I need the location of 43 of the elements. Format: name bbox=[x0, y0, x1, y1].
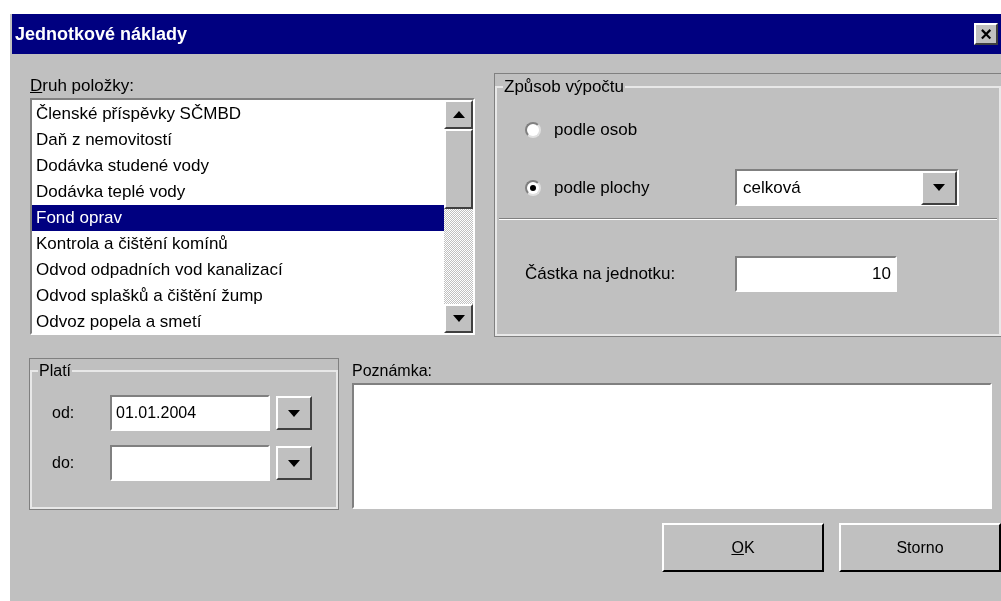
list-item[interactable]: Odvod splašků a čištění žump bbox=[32, 283, 444, 309]
group-title: Platí bbox=[38, 361, 72, 381]
date-label: do: bbox=[52, 453, 76, 473]
dropdown-button[interactable] bbox=[921, 170, 957, 205]
radio-button[interactable] bbox=[525, 179, 541, 196]
caret-icon bbox=[288, 409, 300, 417]
list-item[interactable]: Dodávka studené vody bbox=[32, 153, 444, 179]
list-item[interactable]: Odvoz popela a smetí bbox=[32, 309, 444, 335]
list-label: Druh položky: bbox=[30, 76, 134, 97]
up-arrow-icon bbox=[452, 111, 465, 118]
caret-icon bbox=[288, 459, 300, 467]
dialog-button[interactable]: Storno bbox=[839, 523, 1001, 572]
item-list[interactable]: Členské příspěvky SČMBD Daň z nemovitostí Dodávka studené vody Dodávka teplé vody Fond oprav Kontrola a čištění komínů Odvod odpadních vod kanalizací Odvod splašků a čištění žump Odvoz popela a smetí bbox=[30, 98, 475, 335]
date-field[interactable] bbox=[110, 445, 270, 481]
window-title: Jednotkové náklady bbox=[15, 22, 188, 46]
scroll-thumb[interactable] bbox=[444, 129, 473, 209]
radio-option[interactable]: podle osob bbox=[525, 116, 735, 143]
list-item[interactable]: Kontrola a čištění komínů bbox=[32, 231, 444, 257]
area-dropdown[interactable]: celková bbox=[735, 169, 959, 206]
amount-field[interactable]: 10 bbox=[735, 255, 897, 292]
dropdown-value: celková bbox=[743, 176, 801, 199]
note-field[interactable] bbox=[352, 383, 992, 509]
scrollbar[interactable] bbox=[444, 100, 473, 333]
list-item[interactable]: Odvod odpadních vod kanalizací bbox=[32, 257, 444, 283]
date-field[interactable]: 01.01.2004 bbox=[110, 395, 270, 431]
list-item[interactable]: Členské příspěvky SČMBD bbox=[32, 101, 444, 127]
date-label: od: bbox=[52, 403, 76, 423]
down-arrow-icon bbox=[452, 315, 465, 322]
note-label: Poznámka: bbox=[352, 361, 433, 381]
radio-button[interactable] bbox=[525, 121, 541, 138]
list-item[interactable]: Dodávka teplé vody bbox=[32, 179, 444, 205]
date-dropdown-button[interactable] bbox=[276, 396, 312, 430]
date-dropdown-button[interactable] bbox=[276, 446, 312, 480]
dialog-button[interactable]: OK bbox=[662, 523, 824, 572]
list-item[interactable]: Fond oprav bbox=[32, 205, 444, 231]
caret-icon bbox=[933, 184, 945, 191]
scroll-up-button[interactable] bbox=[444, 100, 473, 129]
amount-label: Částka na jednotku: bbox=[525, 262, 677, 285]
scroll-down-button[interactable] bbox=[444, 304, 473, 333]
close-button[interactable]: × bbox=[974, 23, 998, 45]
group-title: Způsob výpočtu bbox=[503, 76, 625, 98]
radio-option[interactable]: podle plochy bbox=[525, 174, 735, 201]
list-item[interactable]: Daň z nemovitostí bbox=[32, 127, 444, 153]
